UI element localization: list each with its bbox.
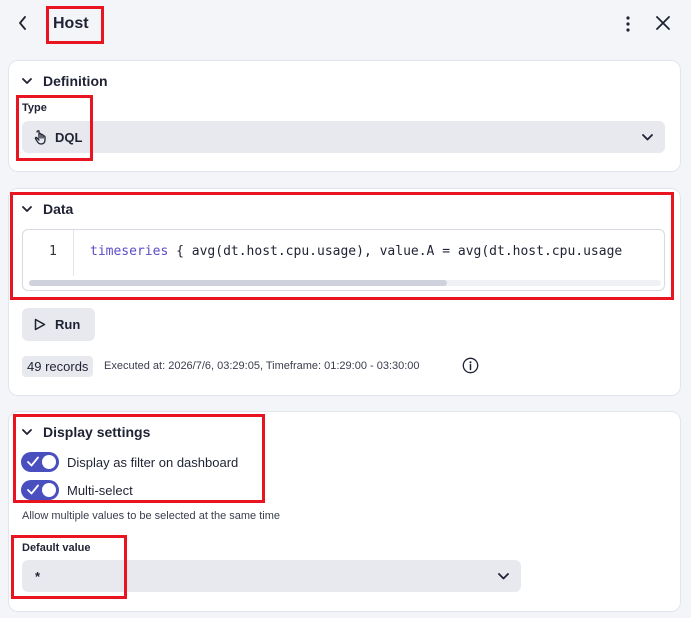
back-button[interactable] [12, 12, 34, 34]
chevron-down-icon [21, 426, 33, 438]
more-options-button[interactable] [618, 13, 638, 35]
type-select[interactable]: DQL [22, 121, 665, 153]
check-icon [27, 456, 39, 467]
display-filter-toggle[interactable] [21, 452, 59, 472]
chevron-down-icon [641, 131, 653, 143]
execution-info: Executed at: 2026/7/6, 03:29:05, Timefra… [104, 360, 420, 372]
display-filter-label: Display as filter on dashboard [67, 454, 239, 470]
close-icon [656, 16, 670, 30]
chevron-down-icon [21, 203, 33, 215]
toggle-knob [42, 483, 56, 497]
horizontal-scrollbar[interactable] [29, 280, 661, 286]
multiselect-toggle-row: Multi-select [21, 480, 133, 500]
definition-card: Definition Type DQL [8, 60, 681, 172]
default-value: * [35, 568, 41, 584]
multi-select-label: Multi-select [67, 482, 133, 498]
page-title: Host [53, 15, 89, 32]
type-label: Type [22, 102, 47, 114]
multi-select-helper-text: Allow multiple values to be selected at … [22, 510, 281, 522]
scrollbar-thumb[interactable] [29, 280, 447, 286]
multi-select-toggle[interactable] [21, 480, 59, 500]
info-icon[interactable] [462, 357, 479, 374]
close-button[interactable] [652, 12, 674, 34]
code-keyword: timeseries [90, 244, 169, 259]
type-value: DQL [55, 129, 83, 145]
line-gutter: 1 [23, 230, 74, 276]
toggle-knob [42, 455, 56, 469]
default-value-select[interactable]: * [22, 560, 521, 592]
data-card: Data 1 timeseries { avg(dt.host.cpu.usag… [8, 188, 681, 396]
query-code[interactable]: timeseries { avg(dt.host.cpu.usage), val… [90, 244, 622, 259]
chevron-down-icon [497, 570, 509, 582]
play-icon [34, 318, 46, 331]
display-settings-section-toggle[interactable]: Display settings [21, 424, 150, 440]
query-editor[interactable]: 1 timeseries { avg(dt.host.cpu.usage), v… [22, 229, 665, 291]
display-settings-title: Display settings [43, 424, 151, 440]
default-value-label: Default value [22, 542, 91, 554]
more-vertical-icon [626, 16, 630, 32]
dql-icon [33, 129, 49, 145]
definition-section-toggle[interactable]: Definition [21, 73, 108, 89]
filter-toggle-row: Display as filter on dashboard [21, 452, 238, 472]
line-number: 1 [49, 244, 57, 259]
display-settings-card: Display settings Display as filter on da… [8, 411, 681, 612]
definition-title: Definition [43, 73, 108, 89]
run-button[interactable]: Run [22, 308, 95, 341]
records-badge: 49 records [22, 356, 94, 377]
chevron-left-icon [19, 16, 26, 30]
run-label: Run [55, 317, 81, 332]
panel-header: Host [0, 0, 691, 50]
chevron-down-icon [21, 75, 33, 87]
data-section-toggle[interactable]: Data [21, 201, 73, 217]
code-rest: { avg(dt.host.cpu.usage), value.A = avg(… [168, 244, 623, 259]
data-title: Data [43, 201, 74, 217]
check-icon [27, 484, 39, 495]
